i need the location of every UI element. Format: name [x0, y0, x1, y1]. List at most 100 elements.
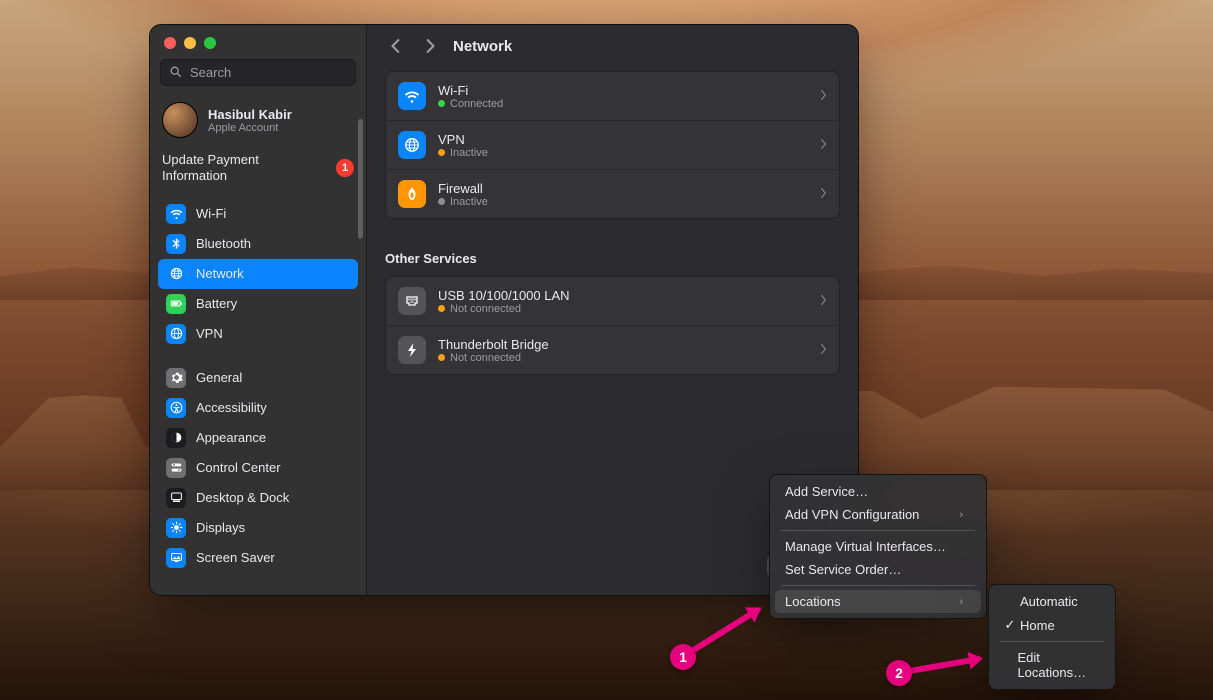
- bluetooth-icon: [166, 234, 186, 254]
- wifi-icon: [398, 82, 426, 110]
- sidebar-item-control-center[interactable]: Control Center: [158, 453, 358, 483]
- more-actions-menu: Add Service…Add VPN Configuration› Manage…: [769, 474, 987, 619]
- service-row-firewall[interactable]: FirewallInactive: [386, 169, 839, 218]
- chevron-right-icon: [820, 138, 827, 153]
- other-services-label: Other Services: [385, 251, 840, 266]
- chevron-right-icon: [820, 294, 827, 309]
- menu-item-edit-locations-[interactable]: Edit Locations…: [994, 646, 1110, 684]
- menu-item-label: Home: [1020, 618, 1055, 633]
- chevron-right-icon: [820, 89, 827, 104]
- sidebar-item-wi-fi[interactable]: Wi-Fi: [158, 199, 358, 229]
- update-badge: 1: [336, 159, 354, 177]
- sidebar-item-label: Network: [196, 266, 244, 281]
- accessibility-icon: [166, 398, 186, 418]
- sidebar-item-desktop-dock[interactable]: Desktop & Dock: [158, 483, 358, 513]
- service-status-text: Not connected: [450, 352, 521, 364]
- sidebar-item-label: Battery: [196, 296, 237, 311]
- sidebar: Hasibul Kabir Apple Account Update Payme…: [150, 25, 367, 595]
- menu-separator: [781, 530, 975, 531]
- service-name: VPN: [438, 132, 488, 147]
- service-status: Inactive: [438, 196, 488, 208]
- battery-icon: [166, 294, 186, 314]
- ethernet-icon: [398, 287, 426, 315]
- system-settings-window: Hasibul Kabir Apple Account Update Payme…: [149, 24, 859, 596]
- sidebar-item-general[interactable]: General: [158, 363, 358, 393]
- service-status: Connected: [438, 98, 503, 110]
- thunderbolt-icon: [398, 336, 426, 364]
- status-dot: [438, 149, 445, 156]
- minimize-window-button[interactable]: [184, 37, 196, 49]
- zoom-window-button[interactable]: [204, 37, 216, 49]
- menu-separator: [1000, 641, 1104, 642]
- sidebar-item-vpn[interactable]: VPN: [158, 319, 358, 349]
- search-field[interactable]: [160, 59, 356, 86]
- close-window-button[interactable]: [164, 37, 176, 49]
- sidebar-list: Wi-Fi Bluetooth Network Battery VPN General Ac…: [150, 199, 366, 596]
- gear-icon: [166, 368, 186, 388]
- primary-services: Wi-FiConnectedVPNInactiveFirewallInactiv…: [367, 61, 858, 229]
- status-dot: [438, 354, 445, 361]
- nav-forward-button[interactable]: [419, 35, 441, 57]
- sidebar-item-screen-saver[interactable]: Screen Saver: [158, 543, 358, 573]
- service-row-wi-fi[interactable]: Wi-FiConnected: [386, 72, 839, 120]
- status-dot: [438, 198, 445, 205]
- service-name: Firewall: [438, 181, 488, 196]
- apple-account-row[interactable]: Hasibul Kabir Apple Account: [150, 96, 366, 150]
- menu-item-manage-virtual-interfaces-[interactable]: Manage Virtual Interfaces…: [775, 535, 981, 558]
- sidebar-item-label: Displays: [196, 520, 245, 535]
- sidebar-item-label: Screen Saver: [196, 550, 275, 565]
- service-row-vpn[interactable]: VPNInactive: [386, 120, 839, 169]
- sidebar-item-appearance[interactable]: Appearance: [158, 423, 358, 453]
- menu-item-home[interactable]: ✓Home: [994, 613, 1110, 637]
- sidebar-scrollbar[interactable]: [358, 119, 363, 239]
- globe-icon: [398, 131, 426, 159]
- sidebar-item-network[interactable]: Network: [158, 259, 358, 289]
- firewall-icon: [398, 180, 426, 208]
- sidebar-item-displays[interactable]: Displays: [158, 513, 358, 543]
- screensaver-icon: [166, 548, 186, 568]
- service-status-text: Connected: [450, 98, 503, 110]
- main-header: Network: [367, 25, 858, 61]
- chevron-right-icon: [820, 343, 827, 358]
- menu-separator: [781, 585, 975, 586]
- service-status-text: Inactive: [450, 147, 488, 159]
- status-dot: [438, 100, 445, 107]
- locations-submenu: Automatic ✓Home Edit Locations…: [988, 584, 1116, 690]
- service-row-usb-10-100-1000-lan[interactable]: USB 10/100/1000 LANNot connected: [386, 277, 839, 325]
- service-status: Not connected: [438, 352, 549, 364]
- sidebar-item-bluetooth[interactable]: Bluetooth: [158, 229, 358, 259]
- nav-back-button[interactable]: [385, 35, 407, 57]
- status-dot: [438, 305, 445, 312]
- menu-item-add-vpn-configuration[interactable]: Add VPN Configuration›: [775, 503, 981, 526]
- annotation-badge-1: 1: [670, 644, 696, 670]
- other-services: USB 10/100/1000 LANNot connectedThunderb…: [367, 276, 858, 385]
- vpn-icon: [166, 324, 186, 344]
- menu-item-set-service-order-[interactable]: Set Service Order…: [775, 558, 981, 581]
- service-status: Inactive: [438, 147, 488, 159]
- sidebar-item-accessibility[interactable]: Accessibility: [158, 393, 358, 423]
- update-payment-row[interactable]: Update Payment Information 1: [150, 150, 366, 199]
- search-icon: [169, 65, 182, 81]
- service-status-text: Not connected: [450, 303, 521, 315]
- service-status-text: Inactive: [450, 196, 488, 208]
- menu-item-label: Set Service Order…: [785, 562, 901, 577]
- service-name: Thunderbolt Bridge: [438, 337, 549, 352]
- sidebar-item-label: VPN: [196, 326, 223, 341]
- menu-item-label: Automatic: [1020, 594, 1078, 609]
- service-name: Wi-Fi: [438, 83, 503, 98]
- sidebar-item-label: Bluetooth: [196, 236, 251, 251]
- avatar: [162, 102, 198, 138]
- sidebar-item-battery[interactable]: Battery: [158, 289, 358, 319]
- menu-item-add-service-[interactable]: Add Service…: [775, 480, 981, 503]
- menu-item-automatic[interactable]: Automatic: [994, 590, 1110, 613]
- dock-icon: [166, 488, 186, 508]
- service-row-thunderbolt-bridge[interactable]: Thunderbolt BridgeNot connected: [386, 325, 839, 374]
- sidebar-item-label: General: [196, 370, 242, 385]
- menu-item-label: Add VPN Configuration: [785, 507, 919, 522]
- update-payment-label: Update Payment Information: [162, 152, 302, 185]
- search-input[interactable]: [188, 64, 368, 81]
- menu-item-locations[interactable]: Locations›: [775, 590, 981, 613]
- service-name: USB 10/100/1000 LAN: [438, 288, 570, 303]
- switches-icon: [166, 458, 186, 478]
- sidebar-item-label: Wi-Fi: [196, 206, 226, 221]
